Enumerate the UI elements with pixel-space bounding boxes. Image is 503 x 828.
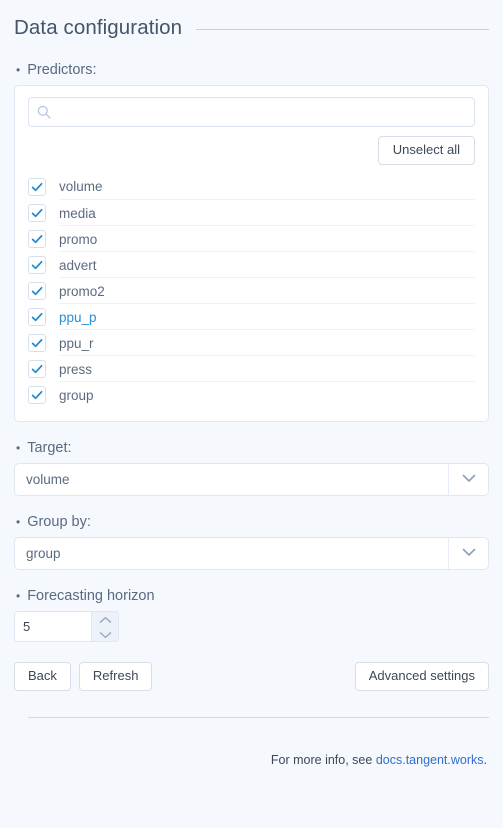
predictor-checkbox[interactable] [28,255,46,274]
predictor-row[interactable]: ppu_r [28,329,475,356]
predictor-row[interactable]: group [28,381,475,408]
chevron-down-icon [99,627,112,641]
predictors-label: • Predictors: [16,62,489,78]
back-button[interactable]: Back [14,661,71,691]
check-icon [31,390,43,400]
target-label: • Target: [16,440,489,456]
forecasting-horizon-input[interactable] [15,611,91,641]
check-icon [31,260,43,270]
predictor-checkbox[interactable] [28,359,46,378]
predictor-label: volume [59,179,103,195]
footer-text-suffix: . [483,752,487,767]
page-header: Data configuration [14,0,489,44]
predictor-row[interactable]: ppu_p [28,303,475,330]
predictor-checkbox[interactable] [28,229,46,248]
footer-text-prefix: For more info, see [270,752,376,767]
predictor-row[interactable]: promo [28,225,475,252]
chevron-down-icon [462,470,476,488]
predictor-checkbox[interactable] [28,281,46,300]
target-label-text: Target: [27,439,72,456]
chevron-down-icon [462,544,476,562]
unselect-all-button[interactable]: Unselect all [377,136,475,165]
predictors-search [28,97,475,127]
refresh-button[interactable]: Refresh [78,661,153,691]
page-title: Data configuration [14,16,183,39]
check-icon [31,182,43,192]
header-divider [196,28,489,30]
check-icon [31,208,43,218]
data-configuration-page: Data configuration • Predictors: Unselec… [0,0,503,828]
target-select-arrow[interactable] [448,463,488,495]
left-button-group: Back Refresh [14,661,153,691]
predictor-label: press [59,355,475,382]
action-button-row: Back Refresh Advanced settings [14,661,489,691]
predictor-checkbox[interactable] [28,203,46,222]
group-by-label: • Group by: [16,514,489,530]
check-icon [31,234,43,244]
check-icon [31,312,43,322]
group-by-select-value: group [26,545,61,561]
stepper-decrement-button[interactable] [92,626,118,641]
stepper-buttons [91,611,118,641]
predictor-label: promo [59,225,475,252]
predictor-row[interactable]: press [28,355,475,382]
predictors-panel: Unselect all volume media promo advert promo… [14,85,489,422]
forecasting-horizon-stepper[interactable] [14,610,119,642]
group-by-select[interactable]: group [14,536,489,570]
predictor-label: ppu_p [59,303,475,330]
predictor-label: media [59,199,475,226]
forecasting-horizon-label-text: Forecasting horizon [27,587,155,604]
target-select-value: volume [26,471,70,487]
predictors-card-actions: Unselect all [28,136,475,165]
stepper-increment-button[interactable] [92,611,118,627]
predictor-label: group [59,381,475,408]
bullet-icon: • [16,588,21,603]
chevron-up-icon [99,612,112,627]
docs-link[interactable]: docs.tangent.works [376,753,484,767]
predictor-row[interactable]: advert [28,251,475,278]
group-by-label-text: Group by: [27,513,91,530]
predictor-label: ppu_r [59,329,475,356]
predictor-row[interactable]: volume [28,174,475,200]
check-icon [31,364,43,374]
forecasting-horizon-label: • Forecasting horizon [16,588,489,604]
check-icon [31,338,43,348]
group-by-select-arrow[interactable] [448,537,488,569]
predictor-label: advert [59,251,475,278]
footer-note: For more info, see docs.tangent.works. [14,718,489,767]
predictors-list: volume media promo advert promo2 ppu_p ppu_r pr… [28,174,475,408]
predictor-checkbox[interactable] [28,177,46,196]
bullet-icon: • [16,63,21,77]
predictor-checkbox[interactable] [28,385,46,404]
predictor-checkbox[interactable] [28,307,46,326]
predictor-row[interactable]: media [28,199,475,226]
advanced-settings-button[interactable]: Advanced settings [354,661,489,691]
bullet-icon: • [16,514,21,529]
predictor-checkbox[interactable] [28,333,46,352]
target-select[interactable]: volume [14,462,489,496]
predictor-label: promo2 [59,277,475,304]
predictor-row[interactable]: promo2 [28,277,475,304]
predictors-label-text: Predictors: [27,62,97,78]
bullet-icon: • [16,440,21,455]
search-input[interactable] [28,97,475,127]
check-icon [31,286,43,296]
